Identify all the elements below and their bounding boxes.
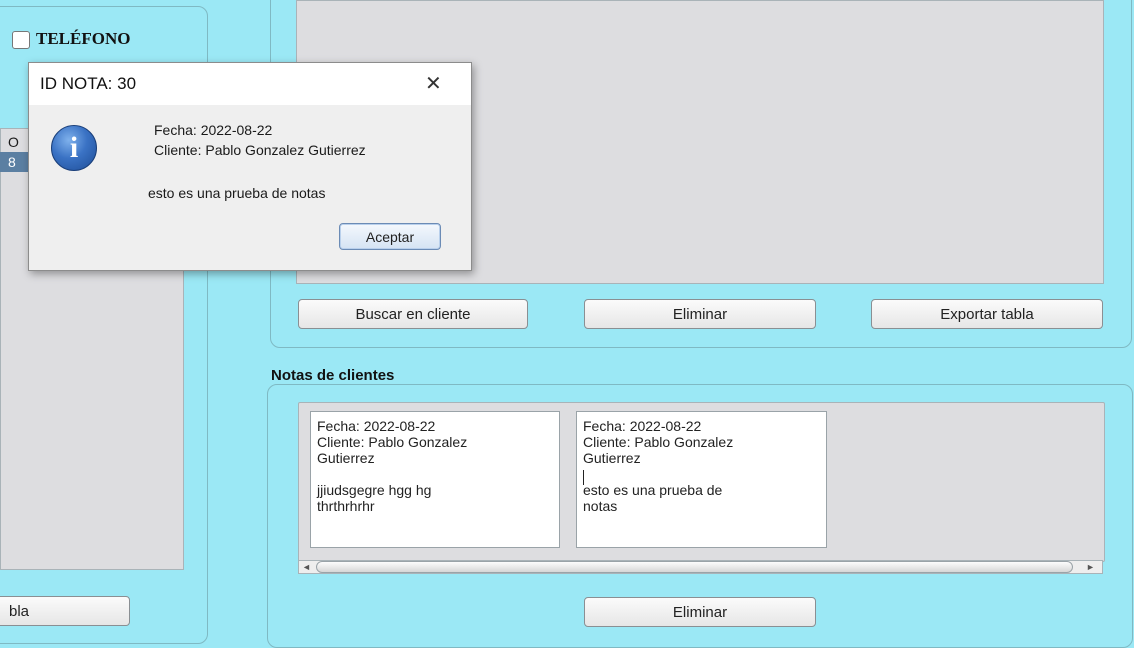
close-icon[interactable]: ✕ bbox=[425, 71, 442, 96]
search-client-button-label: Buscar en cliente bbox=[355, 305, 471, 323]
note-card[interactable]: Fecha: 2022-08-22 Cliente: Pablo Gonzale… bbox=[576, 411, 827, 548]
delete-note-button-label: Eliminar bbox=[672, 603, 728, 621]
dialog-title-bar: ID NOTA: 30 ✕ bbox=[29, 63, 471, 105]
delete-button-label: Eliminar bbox=[672, 305, 728, 323]
dialog-message: esto es una prueba de notas bbox=[148, 185, 326, 201]
telefono-checkbox-label: TELÉFONO bbox=[36, 29, 131, 48]
dialog-client: Cliente: Pablo Gonzalez Gutierrez bbox=[154, 142, 366, 158]
scrollbar-thumb[interactable] bbox=[316, 561, 1073, 573]
telefono-checkbox[interactable] bbox=[12, 31, 30, 49]
dialog-title: ID NOTA: 30 bbox=[40, 74, 137, 93]
left-table-button-label: bla bbox=[9, 602, 30, 620]
dialog-date: Fecha: 2022-08-22 bbox=[154, 122, 273, 138]
info-icon-glyph: i bbox=[69, 131, 79, 164]
scroll-right-icon[interactable]: ► bbox=[1086, 560, 1095, 574]
left-table-button[interactable]: bla bbox=[0, 596, 130, 626]
export-table-button-label: Exportar tabla bbox=[940, 305, 1034, 323]
scroll-left-icon[interactable]: ◄ bbox=[302, 560, 311, 574]
search-client-button[interactable]: Buscar en cliente bbox=[298, 299, 528, 329]
info-icon: i bbox=[51, 125, 97, 171]
list-item[interactable]: 8 bbox=[8, 154, 16, 170]
text-cursor bbox=[583, 470, 584, 485]
accept-button-label: Aceptar bbox=[365, 228, 415, 245]
list-item[interactable]: O bbox=[8, 134, 19, 150]
info-dialog: ID NOTA: 30 ✕ i Fecha: 2022-08-22 Client… bbox=[28, 62, 472, 271]
delete-button[interactable]: Eliminar bbox=[584, 299, 816, 329]
note-card[interactable]: Fecha: 2022-08-22 Cliente: Pablo Gonzale… bbox=[310, 411, 560, 548]
delete-note-button[interactable]: Eliminar bbox=[584, 597, 816, 627]
accept-button[interactable]: Aceptar bbox=[339, 223, 441, 250]
export-table-button[interactable]: Exportar tabla bbox=[871, 299, 1103, 329]
notes-section-title: Notas de clientes bbox=[271, 367, 395, 384]
